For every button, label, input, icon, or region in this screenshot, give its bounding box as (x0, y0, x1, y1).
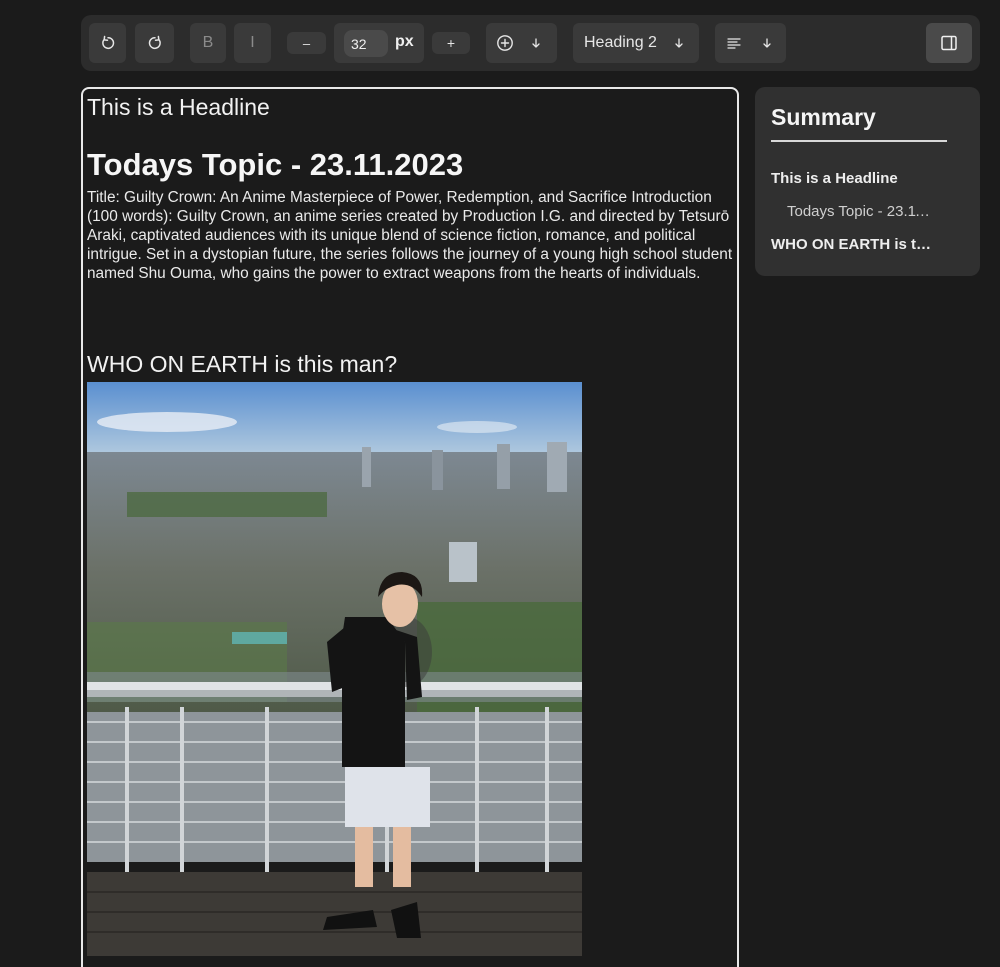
block-type-dropdown[interactable]: Heading 2 (573, 23, 699, 63)
summary-panel: Summary This is a Headline Todays Topic … (755, 87, 980, 276)
bold-label: B (202, 34, 214, 51)
align-left-icon (727, 38, 741, 49)
font-size-unit: px (395, 33, 414, 50)
redo-icon (148, 35, 161, 50)
alignment-dropdown[interactable] (715, 23, 786, 63)
embedded-photo[interactable] (87, 382, 582, 956)
increase-label: + (446, 35, 456, 51)
summary-item-who-on-earth[interactable]: WHO ON EARTH is this man? (771, 236, 931, 253)
chevron-down-icon (675, 38, 683, 48)
headline[interactable]: This is a Headline (87, 94, 270, 121)
editor-toolbar: B I – 32 px + Heading 2 (81, 15, 980, 71)
decrease-font-size-button[interactable]: – (287, 32, 326, 54)
sidebar-toggle-icon (941, 35, 957, 51)
chevron-down-icon (763, 38, 771, 48)
increase-font-size-button[interactable]: + (432, 32, 470, 54)
summary-title: Summary (771, 104, 876, 130)
block-type-label: Heading 2 (584, 34, 657, 51)
topic-heading[interactable]: Todays Topic - 23.11.2023 (87, 147, 463, 183)
decrease-label: – (302, 35, 311, 51)
undo-button[interactable] (89, 23, 126, 63)
insert-dropdown[interactable] (486, 23, 557, 63)
chevron-down-icon (532, 38, 540, 48)
redo-button[interactable] (135, 23, 174, 63)
italic-button[interactable]: I (234, 23, 271, 63)
summary-item-todays-topic[interactable]: Todays Topic - 23.11.2023 (787, 203, 931, 220)
undo-icon (101, 35, 114, 50)
italic-label: I (250, 34, 255, 51)
summary-divider (771, 140, 947, 142)
image-heading[interactable]: WHO ON EARTH is this man? (87, 351, 397, 378)
editor-content[interactable]: This is a Headline Todays Topic - 23.11.… (81, 87, 739, 967)
toggle-summary-button[interactable] (926, 23, 972, 63)
plus-circle-icon (497, 35, 513, 51)
bold-button[interactable]: B (190, 23, 226, 63)
body-paragraph[interactable]: Title: Guilty Crown: An Anime Masterpiec… (87, 188, 737, 283)
font-size-input[interactable]: 32 (344, 30, 388, 57)
summary-item-headline[interactable]: This is a Headline (771, 170, 931, 187)
